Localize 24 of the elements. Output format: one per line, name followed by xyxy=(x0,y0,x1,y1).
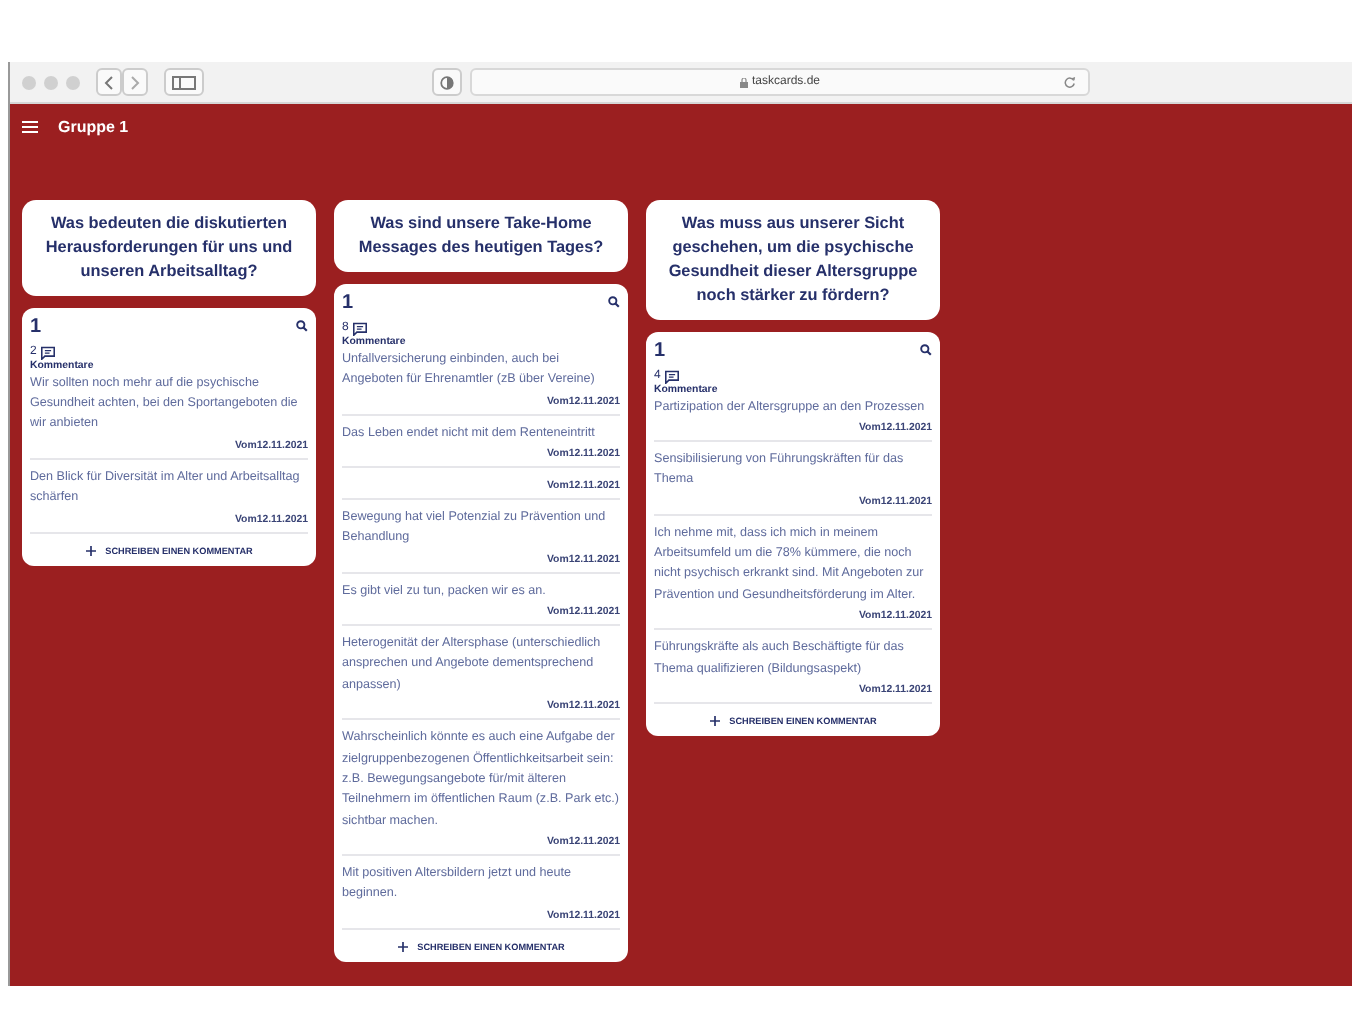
shield-icon xyxy=(440,75,454,89)
lock-icon xyxy=(739,77,748,87)
column-heading: Was sind unsere Take-Home Messages des heutigen Tages? xyxy=(334,200,628,272)
plus-icon xyxy=(85,545,96,556)
comment-icon xyxy=(352,321,369,336)
back-button[interactable] xyxy=(96,68,122,96)
card-title: 1 xyxy=(654,339,666,362)
column-heading: Was bedeuten die diskutierten Herausforderungen für uns und unseren Arbeitsalltag? xyxy=(22,200,316,296)
menu-icon[interactable] xyxy=(22,119,38,133)
sidebar-icon xyxy=(172,75,196,89)
plus-icon xyxy=(709,715,720,726)
comment-icon xyxy=(40,345,57,360)
card-title: 1 xyxy=(342,291,354,314)
search-icon[interactable] xyxy=(920,344,932,357)
comment-icon xyxy=(664,369,681,384)
sidebar-button[interactable] xyxy=(164,68,204,96)
shield-button[interactable] xyxy=(432,68,462,96)
reload-icon[interactable] xyxy=(1064,76,1076,88)
plus-icon xyxy=(397,941,408,952)
board-title: Gruppe 1 xyxy=(58,117,129,135)
card-title: 1 xyxy=(30,315,42,338)
column-heading: Was muss aus unserer Sicht geschehen, um die psychische Gesundheit dieser Altersgruppe noch stärker zu fördern? xyxy=(646,200,940,320)
search-icon[interactable] xyxy=(296,320,308,333)
search-icon[interactable] xyxy=(608,296,620,309)
